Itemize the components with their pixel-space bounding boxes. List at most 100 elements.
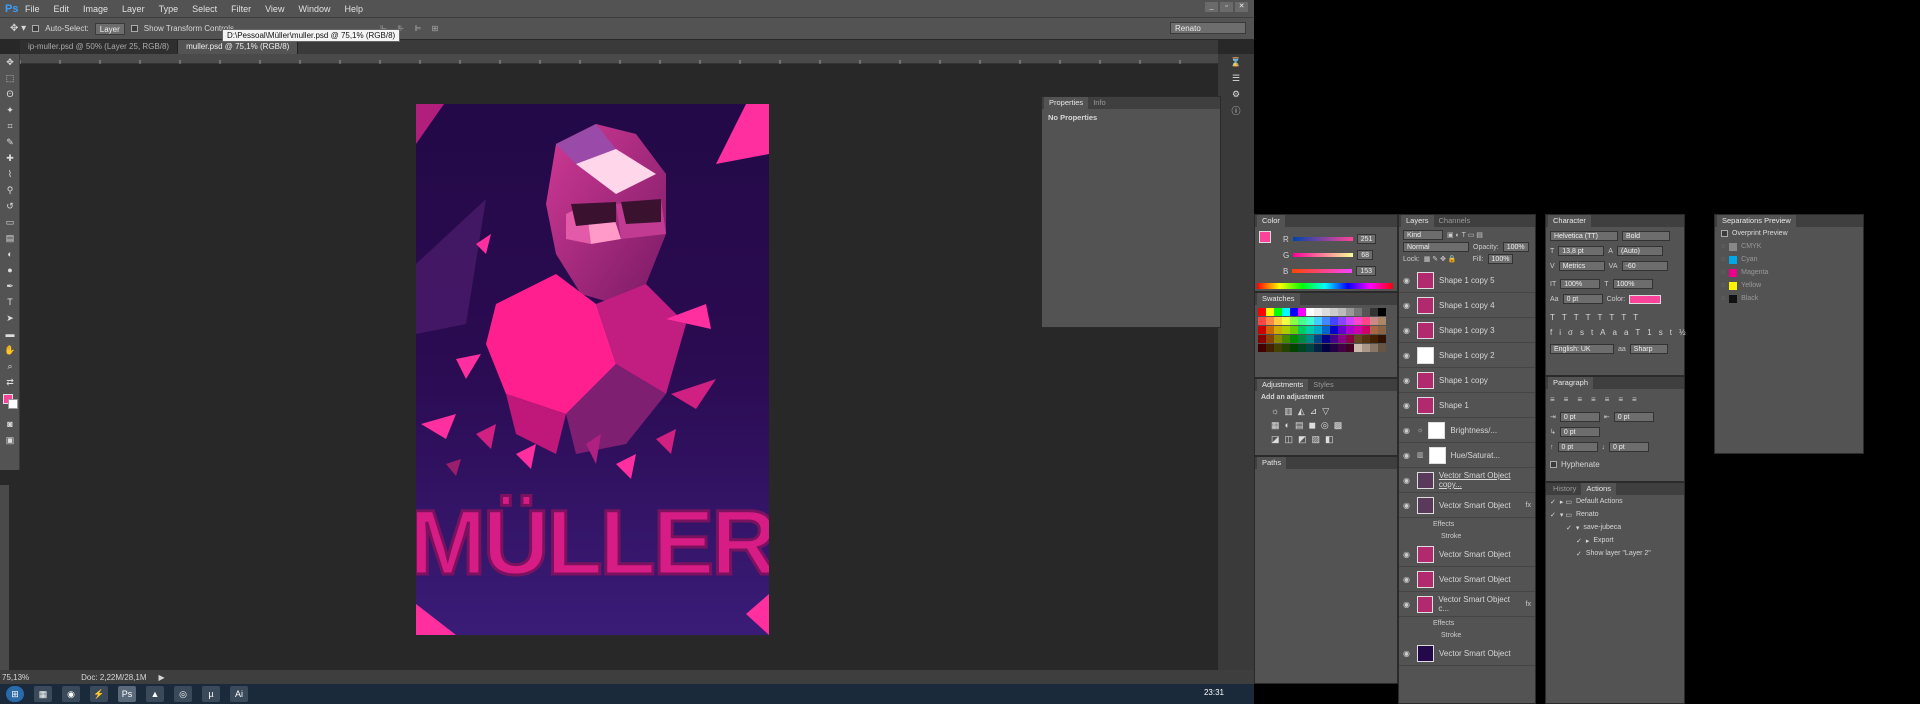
blue-slider[interactable] xyxy=(1292,269,1353,273)
red-value[interactable]: 251 xyxy=(1356,234,1377,244)
separation-row[interactable]: ◌ Black xyxy=(1715,292,1863,305)
brush-presets-icon[interactable]: ⚙ xyxy=(1218,86,1254,102)
auto-select-checkbox[interactable] xyxy=(32,25,40,32)
effects-row[interactable]: Effects xyxy=(1399,617,1535,629)
blue-value[interactable]: 153 xyxy=(1356,266,1377,276)
muller-artwork[interactable]: MÜLLER xyxy=(416,104,769,635)
tracking-field[interactable]: -60 xyxy=(1621,261,1668,271)
healing-brush-icon[interactable]: ✚ xyxy=(0,150,20,166)
separation-row[interactable]: ◌ Yellow xyxy=(1715,279,1863,292)
adjustment-icons[interactable]: ☼▥◭⊿▽ ▦◐▤◼◎▩ ◪◫◩▨◧ xyxy=(1255,404,1397,446)
effects-row[interactable]: Effects xyxy=(1399,518,1535,530)
history-panel-icon[interactable]: ⌛ xyxy=(1218,54,1254,70)
horizontal-scale-field[interactable]: 100% xyxy=(1612,279,1653,289)
action-set-row[interactable]: ✓ ▾ ▭ Renato xyxy=(1546,508,1684,521)
layer-row[interactable]: ◉ Shape 1 copy 3 xyxy=(1399,318,1535,343)
check-icon[interactable]: ✓ xyxy=(1550,511,1556,519)
action-step-row[interactable]: ✓ Show layer "Layer 2" xyxy=(1546,547,1684,560)
move-tool-icon[interactable]: ✥ ▾ xyxy=(10,23,26,34)
rectangle-tool-icon[interactable]: ▬ xyxy=(0,326,20,342)
menu-image[interactable]: Image xyxy=(76,4,115,14)
info-panel-icon[interactable]: ⓘ xyxy=(1218,102,1254,118)
swap-colors-icon[interactable]: ⇄ xyxy=(0,374,20,390)
opacity-field[interactable]: 100% xyxy=(1502,242,1529,252)
lasso-tool-icon[interactable]: ʘ xyxy=(0,86,20,102)
tab-character[interactable]: Character xyxy=(1548,215,1591,227)
tab-history[interactable]: History xyxy=(1548,483,1581,495)
minimize-button[interactable]: _ xyxy=(1205,2,1218,12)
tab-info[interactable]: Info xyxy=(1088,97,1111,109)
winamp-icon[interactable]: ⚡ xyxy=(90,686,108,702)
tab-color[interactable]: Color xyxy=(1257,215,1285,227)
stroke-row[interactable]: Stroke xyxy=(1399,530,1535,542)
menu-filter[interactable]: Filter xyxy=(224,4,258,14)
path-selection-icon[interactable]: ➤ xyxy=(0,310,20,326)
eye-icon[interactable]: ◌ xyxy=(1721,256,1725,263)
layer-row[interactable]: ◉ Shape 1 copy xyxy=(1399,368,1535,393)
layer-row[interactable]: ◉ Vector Smart Object copy... xyxy=(1399,468,1535,493)
layer-row[interactable]: ◉ Vector Smart Object xyxy=(1399,641,1535,666)
fx-icon[interactable]: fx xyxy=(1526,502,1535,509)
menu-edit[interactable]: Edit xyxy=(47,4,77,14)
maximize-button[interactable]: ▫ xyxy=(1220,2,1233,12)
layer-row[interactable]: ◉ Vector Smart Object xyxy=(1399,567,1535,592)
eyedropper-icon[interactable]: ✎ xyxy=(0,134,20,150)
clone-stamp-icon[interactable]: ⚲ xyxy=(0,182,20,198)
action-row[interactable]: ✓ ▾ save-jubeca xyxy=(1546,521,1684,534)
visibility-eye-icon[interactable]: ◉ xyxy=(1403,649,1412,658)
layer-row[interactable]: ◉ Shape 1 copy 5 xyxy=(1399,268,1535,293)
opentype-buttons[interactable]: fiσstAaaT1st½ xyxy=(1546,326,1686,338)
menu-type[interactable]: Type xyxy=(152,4,186,14)
zoom-level[interactable]: 75,13% xyxy=(2,673,29,682)
utorrent-icon[interactable]: µ xyxy=(202,686,220,702)
illustrator-taskbar-icon[interactable]: Ai xyxy=(230,686,248,702)
start-button[interactable]: ⊞ xyxy=(6,686,24,702)
explorer-icon[interactable]: ▦ xyxy=(34,686,52,702)
quick-mask-icon[interactable]: ◙ xyxy=(0,416,20,432)
workspace-dropdown[interactable]: Renato xyxy=(1170,22,1246,34)
steam-icon[interactable]: ◎ xyxy=(174,686,192,702)
vertical-scale-field[interactable]: 100% xyxy=(1560,279,1601,289)
layer-row[interactable]: ◉ Vector Smart Object c... fx xyxy=(1399,592,1535,617)
auto-select-dropdown[interactable]: Layer xyxy=(94,22,125,35)
layer-row[interactable]: ◉ ☼ Brightness/... xyxy=(1399,418,1535,443)
separation-row[interactable]: ◌ Cyan xyxy=(1715,253,1863,266)
tab-layers[interactable]: Layers xyxy=(1401,215,1434,227)
screen-mode-icon[interactable]: ▣ xyxy=(0,432,20,448)
check-icon[interactable]: ✓ xyxy=(1566,524,1572,532)
visibility-eye-icon[interactable]: ◉ xyxy=(1403,276,1412,285)
hyphenate-checkbox[interactable] xyxy=(1550,460,1557,468)
filter-icons[interactable]: ▣ ◐ T ▭ ▤ xyxy=(1447,231,1483,239)
layer-comps-icon[interactable]: ☰ xyxy=(1218,70,1254,86)
tab-paragraph[interactable]: Paragraph xyxy=(1548,377,1594,389)
tab-styles[interactable]: Styles xyxy=(1308,379,1338,391)
indent-right-field[interactable]: 0 pt xyxy=(1613,412,1654,422)
check-icon[interactable]: ✓ xyxy=(1576,550,1582,558)
eye-icon[interactable]: ◌ xyxy=(1721,295,1725,302)
fill-field[interactable]: 100% xyxy=(1487,254,1514,264)
visibility-eye-icon[interactable]: ◉ xyxy=(1403,426,1412,435)
layer-row[interactable]: ◉ ▥ Hue/Saturat... xyxy=(1399,443,1535,468)
vlc-icon[interactable]: ▲ xyxy=(146,686,164,702)
layer-row[interactable]: ◉ Shape 1 copy 4 xyxy=(1399,293,1535,318)
photoshop-taskbar-icon[interactable]: Ps xyxy=(118,686,136,702)
visibility-eye-icon[interactable]: ◉ xyxy=(1403,326,1412,335)
visibility-eye-icon[interactable]: ◉ xyxy=(1403,575,1412,584)
check-icon[interactable]: ✓ xyxy=(1576,537,1582,545)
tab-muller[interactable]: muller.psd @ 75,1% (RGB/8) xyxy=(178,40,299,54)
type-tool-icon[interactable]: T xyxy=(0,294,20,310)
visibility-eye-icon[interactable]: ◉ xyxy=(1403,501,1412,510)
stroke-row[interactable]: Stroke xyxy=(1399,629,1535,641)
tab-separations[interactable]: Separations Preview xyxy=(1717,215,1796,227)
color-swatches[interactable] xyxy=(0,390,20,416)
kerning-field[interactable]: Metrics xyxy=(1558,261,1605,271)
transform-controls-checkbox[interactable] xyxy=(130,25,138,32)
menu-help[interactable]: Help xyxy=(337,4,370,14)
eraser-icon[interactable]: ▭ xyxy=(0,214,20,230)
separation-row[interactable]: ◌ CMYK xyxy=(1715,240,1863,253)
brush-tool-icon[interactable]: ⌇ xyxy=(0,166,20,182)
check-icon[interactable]: ✓ xyxy=(1550,498,1556,506)
swatch-grid[interactable] xyxy=(1255,305,1397,355)
tab-channels[interactable]: Channels xyxy=(1434,215,1476,227)
layer-row[interactable]: ◉ Shape 1 xyxy=(1399,393,1535,418)
